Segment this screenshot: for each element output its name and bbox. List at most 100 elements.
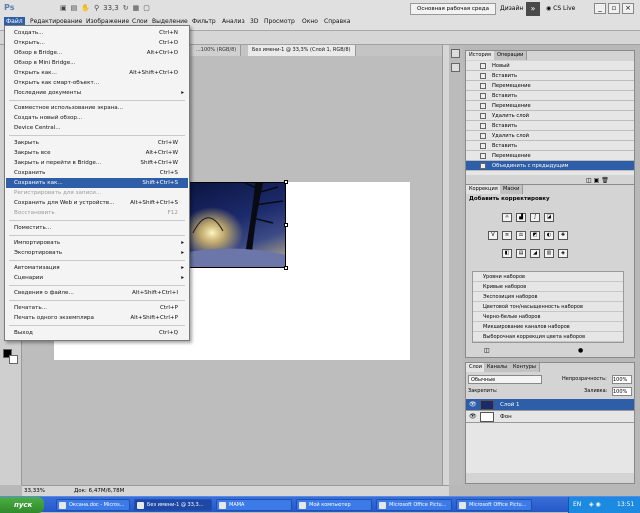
history-item[interactable]: Вставить (466, 121, 634, 131)
trash-icon[interactable]: 🗑 (601, 177, 609, 184)
history-item[interactable]: Вставить (466, 91, 634, 101)
exposure-icon[interactable]: ◪ (544, 213, 554, 222)
taskbar-item-folder[interactable]: МАМА (216, 499, 292, 511)
taskbar-item-picture-2[interactable]: Microsoft Office Pictu... (456, 499, 532, 511)
tab-document-1[interactable]: ...100% (RGB/8) (192, 45, 242, 56)
visibility-icon[interactable]: ● (578, 347, 583, 354)
menu-item-scripts[interactable]: Сценарии ▸ (6, 273, 188, 283)
background-color-swatch[interactable] (9, 355, 18, 364)
zoom-level[interactable]: 33,3 (103, 4, 119, 15)
layer-row-selected[interactable]: 👁 Слой 1 (466, 399, 634, 411)
menu-3d[interactable]: 3D (248, 17, 260, 27)
menu-item-device-central[interactable]: Device Central... (6, 123, 188, 133)
history-item[interactable]: Перемещение (466, 151, 634, 161)
menu-item-save-web[interactable]: Сохранить для Web и устройств... Alt+Shif… (6, 198, 188, 208)
status-zoom[interactable]: 33,33% (24, 487, 45, 496)
transform-handle[interactable] (284, 266, 288, 270)
cs-live-button[interactable]: ◉ CS Live (546, 3, 575, 15)
menu-item-browse-minibridge[interactable]: Обзор в Mini Bridge... (6, 58, 188, 68)
clip-icon[interactable]: ◫ (484, 347, 490, 354)
menu-item-browse-bridge[interactable]: Обзор в Bridge... Alt+Ctrl+O (6, 48, 188, 58)
panel-toggle-icon[interactable] (451, 49, 460, 58)
black-white-icon[interactable]: ◩ (530, 231, 540, 240)
selective-color-icon[interactable]: ◈ (558, 249, 568, 258)
menu-help[interactable]: Справка (322, 17, 352, 27)
menu-item-open-as[interactable]: Открыть как... Alt+Shift+Ctrl+O (6, 68, 188, 78)
language-indicator[interactable]: EN (573, 497, 581, 513)
gradient-map-icon[interactable]: ▥ (544, 249, 554, 258)
menu-item-export[interactable]: Экспортировать ▸ (6, 248, 188, 258)
menu-item-place[interactable]: Поместить... (6, 223, 188, 233)
posterize-icon[interactable]: ▤ (516, 249, 526, 258)
menu-view[interactable]: Просмотр (262, 17, 297, 27)
history-item[interactable]: Вставить (466, 71, 634, 81)
hue-sat-icon[interactable]: ≡ (502, 231, 512, 240)
arrange-icon[interactable]: ▦ (133, 4, 140, 15)
menu-item-close-all[interactable]: Закрыть все Alt+Ctrl+W (6, 148, 188, 158)
menu-item-open[interactable]: Открыть... Ctrl+O (6, 38, 188, 48)
taskbar-item-photoshop[interactable]: Без имени-1 @ 33,3... (134, 499, 212, 511)
menu-item-file-info[interactable]: Сведения о файле... Alt+Shift+Ctrl+I (6, 288, 188, 298)
menu-item-print[interactable]: Печатать... Ctrl+P (6, 303, 188, 313)
preset-item[interactable]: Экспозиция наборов (473, 292, 623, 302)
tab-history[interactable]: История (466, 51, 495, 60)
tab-actions[interactable]: Операции (494, 51, 528, 60)
tab-document-2[interactable]: Без имени-1 @ 33,3% (Слой 1, RGB/8) (248, 45, 356, 56)
new-doc-icon[interactable]: ▣ (594, 177, 600, 184)
tab-paths[interactable]: Контуры (510, 363, 540, 372)
preset-item[interactable]: Уровни наборов (473, 272, 623, 282)
transform-handle[interactable] (284, 180, 288, 184)
menu-item-automate[interactable]: Автоматизация ▸ (6, 263, 188, 273)
menu-item-open-smart[interactable]: Открыть как смарт-объект... (6, 78, 188, 88)
vibrance-icon[interactable]: V (488, 231, 498, 240)
tab-adjustments[interactable]: Коррекция (466, 185, 502, 194)
restore-icon[interactable]: ▫ (608, 3, 620, 14)
layer-row[interactable]: 👁 Фон (466, 411, 634, 423)
eye-icon[interactable]: 👁 (469, 414, 477, 420)
menu-item-close[interactable]: Закрыть Ctrl+W (6, 138, 188, 148)
history-item[interactable]: Вставить (466, 141, 634, 151)
rotate-view-icon[interactable]: ↻ (123, 4, 129, 15)
taskbar-item-picture-1[interactable]: Microsoft Office Pictu... (376, 499, 452, 511)
menu-item-new[interactable]: Создать... Ctrl+N (6, 28, 188, 38)
history-item[interactable]: Перемещение (466, 101, 634, 111)
taskbar-item-word[interactable]: Оксана.doc - Micros... (56, 499, 130, 511)
tab-masks[interactable]: Маски (500, 185, 524, 194)
placed-photo-layer[interactable] (182, 182, 286, 268)
start-button[interactable]: пуск (0, 497, 44, 513)
channel-mixer-icon[interactable]: ✚ (558, 231, 568, 240)
panel-toggle-icon[interactable] (451, 63, 460, 72)
menu-item-new-review[interactable]: Создать новый обзор... (6, 113, 188, 123)
minimize-icon[interactable]: _ (594, 3, 606, 14)
preset-item[interactable]: Кривые наборов (473, 282, 623, 292)
screen-mode-icon[interactable]: ▢ (143, 4, 150, 15)
threshold-icon[interactable]: ◢ (530, 249, 540, 258)
taskbar-item-my-computer[interactable]: Мой компьютер (296, 499, 372, 511)
history-item[interactable]: Новый (466, 61, 634, 71)
curves-icon[interactable]: ∫ (530, 213, 540, 222)
opacity-field[interactable]: 100% (612, 375, 632, 384)
menu-item-close-bridge[interactable]: Закрыть и перейти в Bridge... Shift+Ctrl+… (6, 158, 188, 168)
workspace-switcher[interactable]: Основная рабочая среда (410, 3, 496, 15)
menu-item-save[interactable]: Сохранить Ctrl+S (6, 168, 188, 178)
menu-window[interactable]: Окно (300, 17, 320, 27)
preset-item[interactable]: Микширование каналов наборов (473, 322, 623, 332)
menu-item-import[interactable]: Импортировать ▸ (6, 238, 188, 248)
menu-filter[interactable]: Фильтр (190, 17, 218, 27)
tab-channels[interactable]: Каналы (484, 363, 512, 372)
tab-layers[interactable]: Слои (466, 363, 486, 372)
levels-icon[interactable]: ▟ (516, 213, 526, 222)
transform-handle[interactable] (284, 223, 288, 227)
fill-field[interactable]: 100% (612, 387, 632, 396)
history-item-selected[interactable]: Объединить с предыдущим (466, 161, 634, 171)
close-icon[interactable]: × (622, 3, 634, 14)
color-balance-icon[interactable]: ⚖ (516, 231, 526, 240)
brightness-icon[interactable]: ☼ (502, 213, 512, 222)
vertical-scrollbar[interactable] (442, 45, 449, 485)
history-item[interactable]: Удалить слой (466, 111, 634, 121)
minibridge-icon[interactable]: ▤ (71, 4, 78, 15)
menu-item-share-screen[interactable]: Совместное использование экрана... (6, 103, 188, 113)
menu-analysis[interactable]: Анализ (220, 17, 247, 27)
workspace-more-icon[interactable]: » (526, 2, 540, 16)
bridge-icon[interactable]: ▣ (60, 4, 67, 15)
